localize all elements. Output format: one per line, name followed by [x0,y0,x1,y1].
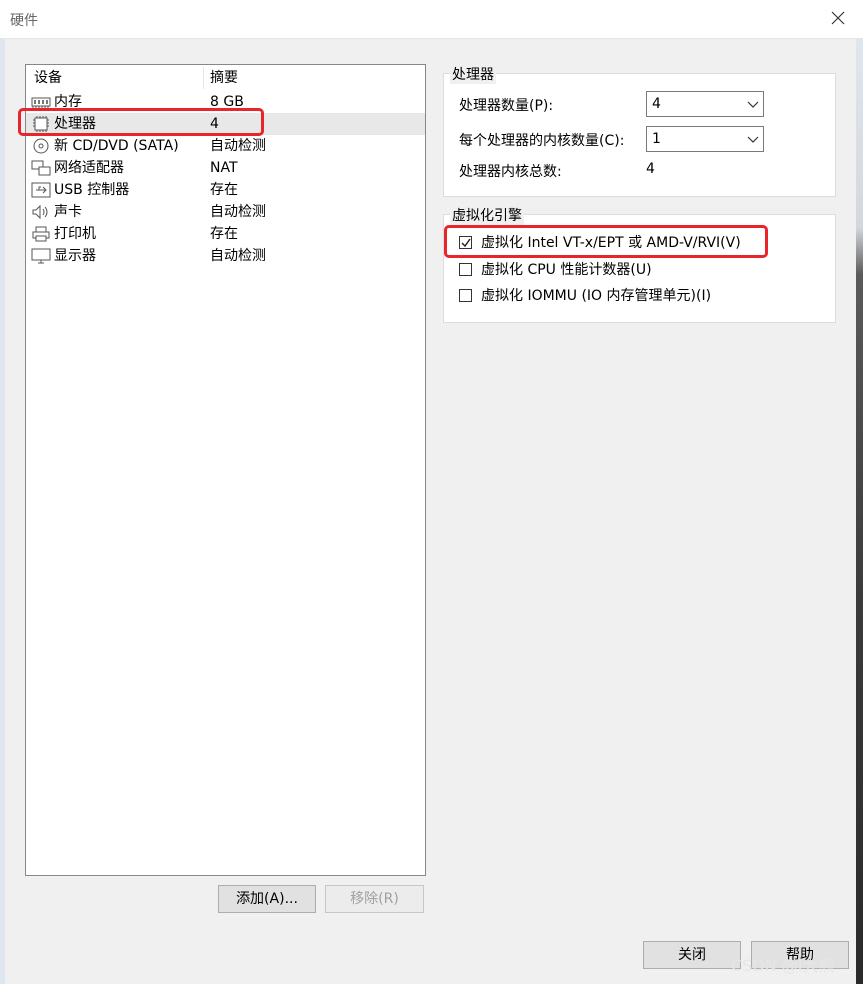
device-name: 显示器 [54,248,96,264]
virtualize-cpu-counters-checkbox[interactable] [459,263,472,276]
remove-button[interactable]: 移除(R) [325,885,424,913]
processor-count-select[interactable]: 4 [646,91,764,117]
device-summary: 存在 [210,226,238,242]
window-title: 硬件 [10,13,38,29]
network-icon [31,160,51,176]
device-summary: 存在 [210,182,238,198]
printer-icon [31,226,51,242]
add-button[interactable]: 添加(A)... [218,885,316,913]
close-icon[interactable] [826,6,850,30]
processor-count-label: 处理器数量(P): [459,98,554,114]
virtualize-cpu-counters-label: 虚拟化 CPU 性能计数器(U) [481,262,652,278]
device-row-usb[interactable]: USB 控制器 存在 [26,179,425,201]
device-row-cd-dvd[interactable]: 新 CD/DVD (SATA) 自动检测 [26,135,425,157]
column-header-device[interactable]: 设备 [34,65,62,91]
title-bar: 硬件 [0,0,863,39]
cores-per-processor-value: 1 [652,131,661,147]
virtualize-iommu-label: 虚拟化 IOMMU (IO 内存管理单元)(I) [481,288,712,304]
processor-group-title: 处理器 [450,64,496,84]
virtualization-group-title: 虚拟化引擎 [450,205,524,225]
total-cores-label: 处理器内核总数: [459,164,562,180]
chevron-down-icon [747,98,759,110]
device-name: 打印机 [54,226,96,242]
vtx-option-highlight [444,225,768,258]
close-button[interactable]: 关闭 [643,941,741,969]
device-row-printer[interactable]: 打印机 存在 [26,223,425,245]
cores-per-processor-select[interactable]: 1 [646,126,764,152]
background-edge-right [856,38,863,984]
device-row-display[interactable]: 显示器 自动检测 [26,245,425,267]
device-summary: NAT [210,160,238,176]
usb-icon [31,182,51,198]
total-cores-value: 4 [646,161,655,177]
watermark: CSDN @I大熊 [731,956,835,975]
device-summary: 自动检测 [210,248,266,264]
processor-count-value: 4 [652,96,661,112]
chevron-down-icon [747,133,759,145]
background-edge-left [0,38,5,984]
device-summary: 自动检测 [210,138,266,154]
device-name: 新 CD/DVD (SATA) [54,138,179,154]
device-row-network[interactable]: 网络适配器 NAT [26,157,425,179]
device-summary: 自动检测 [210,204,266,220]
monitor-icon [31,248,51,264]
device-name: 声卡 [54,204,82,220]
cores-per-processor-label: 每个处理器的内核数量(C): [459,133,625,149]
column-divider[interactable] [203,67,204,89]
cd-dvd-icon [31,138,51,154]
speaker-icon [31,204,51,220]
column-header-summary[interactable]: 摘要 [210,65,238,91]
device-name: USB 控制器 [54,182,130,198]
virtualize-iommu-checkbox[interactable] [459,289,472,302]
processor-row-highlight [18,108,264,136]
device-row-sound[interactable]: 声卡 自动检测 [26,201,425,223]
device-name: 网络适配器 [54,160,124,176]
device-list[interactable]: 设备 摘要 内存 8 GB 处理器 4 新 CD/DVD (SATA) 自动检测… [25,64,426,876]
